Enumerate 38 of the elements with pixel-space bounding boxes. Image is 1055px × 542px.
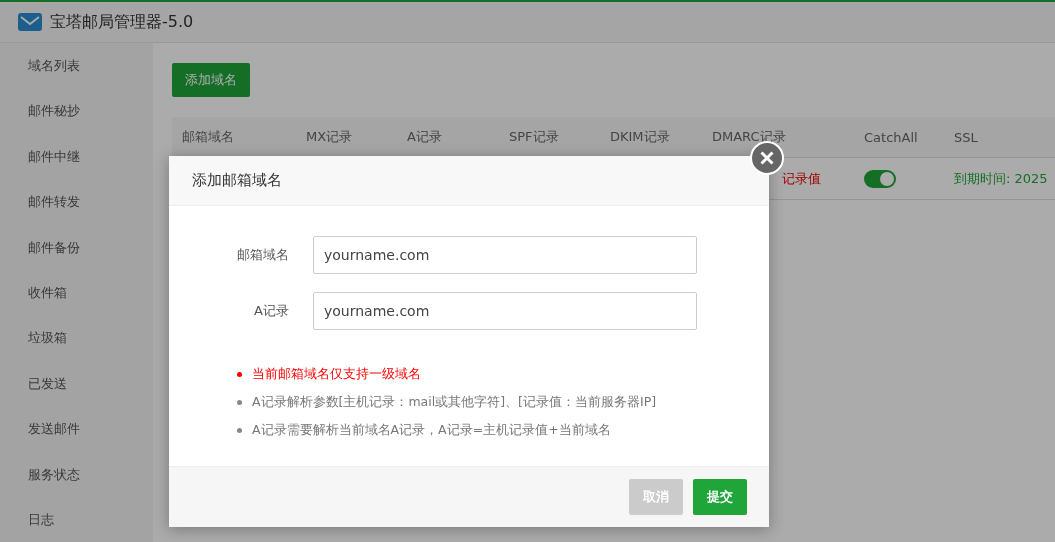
- column-header: 邮箱域名: [172, 117, 296, 158]
- field-label: 邮箱域名: [236, 246, 290, 264]
- column-header: CatchAll: [854, 117, 944, 158]
- column-header: DKIM记录: [600, 117, 702, 158]
- sidebar-item[interactable]: 服务状态: [0, 452, 153, 498]
- column-header: DMARC记录: [702, 117, 854, 158]
- column-header: SSL: [944, 117, 1055, 158]
- sidebar-item[interactable]: 邮件中继: [0, 133, 153, 180]
- window-title: 宝塔邮局管理器-5.0: [50, 11, 194, 33]
- bullet-icon: [237, 371, 242, 377]
- column-header: SPF记录: [499, 117, 600, 158]
- sidebar-item[interactable]: 发送邮件: [0, 406, 153, 453]
- column-header: MX记录: [296, 117, 397, 158]
- bullet-icon: [237, 427, 242, 433]
- sidebar-item[interactable]: 已发送: [0, 361, 153, 407]
- table-cell: 记录值: [782, 170, 821, 186]
- sidebar-item[interactable]: 邮件秘抄: [0, 88, 153, 134]
- sidebar-item[interactable]: 域名列表: [0, 43, 153, 89]
- sidebar-item[interactable]: 邮件转发: [0, 179, 153, 225]
- submit-button[interactable]: 提交: [693, 479, 747, 515]
- note-text: 当前邮箱域名仅支持一级域名: [252, 365, 421, 383]
- bullet-icon: [237, 399, 242, 405]
- table-cell: 到期时间: 2025: [954, 170, 1048, 186]
- sidebar-item[interactable]: 垃圾箱: [0, 315, 153, 362]
- column-header: A记录: [397, 117, 499, 158]
- input-field[interactable]: yourname.com: [313, 236, 697, 274]
- sidebar-item[interactable]: 收件箱: [0, 270, 153, 316]
- close-icon[interactable]: [750, 141, 784, 175]
- note-text: A记录解析参数[主机记录：mail或其他字符]、[记录值：当前服务器IP]: [252, 393, 657, 411]
- sidebar-item[interactable]: 邮件备份: [0, 224, 153, 271]
- dialog-title: 添加邮箱域名: [192, 171, 282, 190]
- note-text: A记录需要解析当前域名A记录，A记录=主机记录值+当前域名: [252, 421, 611, 439]
- toggle-switch[interactable]: [864, 169, 896, 188]
- input-field[interactable]: yourname.com: [313, 292, 697, 330]
- field-label: A记录: [253, 302, 290, 320]
- add-domain-button[interactable]: 添加域名: [172, 63, 250, 97]
- envelope-icon: [18, 13, 42, 31]
- sidebar-item[interactable]: 日志: [0, 497, 153, 542]
